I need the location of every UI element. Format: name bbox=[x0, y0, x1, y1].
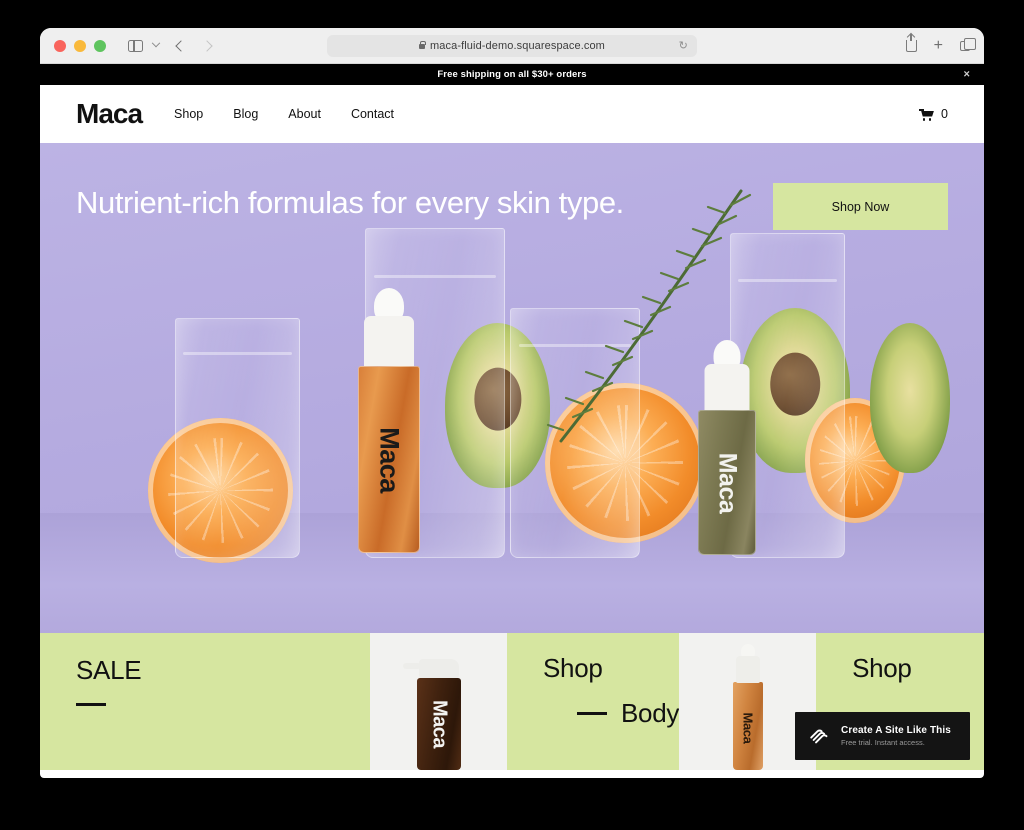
forward-arrow-icon[interactable] bbox=[201, 39, 213, 52]
toolbar-right-controls: + bbox=[905, 33, 976, 54]
reload-icon[interactable]: ↻ bbox=[679, 39, 688, 52]
product-bottle-amber: Maca bbox=[358, 288, 420, 553]
cart-button[interactable]: 0 bbox=[919, 107, 948, 121]
shop-body-title: Shop bbox=[543, 653, 603, 683]
shop-body-text: Body bbox=[621, 698, 680, 728]
shop-title: Shop bbox=[852, 653, 912, 683]
sale-block[interactable]: SALE bbox=[40, 633, 370, 770]
thumb-label: Maca bbox=[428, 699, 450, 749]
bottle-label: Maca bbox=[713, 452, 742, 513]
announcement-bar: Free shipping on all $30+ orders × bbox=[40, 64, 984, 85]
nav-item-blog[interactable]: Blog bbox=[233, 107, 258, 121]
squarespace-logo-icon bbox=[810, 729, 828, 744]
squarespace-badge[interactable]: Create A Site Like This Free trial. Inst… bbox=[795, 712, 970, 760]
nav-item-shop[interactable]: Shop bbox=[174, 107, 203, 121]
sale-title: SALE bbox=[76, 655, 142, 685]
site-logo[interactable]: Maca bbox=[76, 100, 143, 128]
nav-item-contact[interactable]: Contact bbox=[351, 107, 394, 121]
shop-block[interactable]: Shop Create A Site Like This Free trial.… bbox=[795, 633, 984, 770]
divider-dash bbox=[577, 712, 607, 715]
shopping-cart-icon bbox=[919, 108, 935, 121]
browser-window: maca-fluid-demo.squarespace.com ↻ + Free… bbox=[40, 28, 984, 778]
cart-count: 0 bbox=[941, 107, 948, 121]
close-window-button[interactable] bbox=[54, 39, 66, 52]
bottle-label: Maca bbox=[374, 426, 405, 493]
hero-headline: Nutrient-rich formulas for every skin ty… bbox=[76, 185, 624, 220]
hero-section: Maca Maca Nutrient-rich formulas for eve… bbox=[40, 143, 984, 633]
divider-dash bbox=[76, 703, 106, 706]
product-thumbnail-pump[interactable]: Maca bbox=[370, 633, 507, 770]
zoom-window-button[interactable] bbox=[94, 39, 106, 52]
url-text: maca-fluid-demo.squarespace.com bbox=[430, 39, 605, 52]
close-icon[interactable]: × bbox=[963, 69, 970, 80]
thumb-label: Maca bbox=[740, 712, 756, 744]
address-bar[interactable]: maca-fluid-demo.squarespace.com ↻ bbox=[327, 34, 697, 57]
promo-strip: SALE Maca Shop Body Maca Shop Create A S… bbox=[40, 633, 984, 770]
pump-bottle: Maca bbox=[402, 659, 461, 770]
window-controls bbox=[54, 39, 106, 52]
share-icon[interactable] bbox=[905, 33, 917, 52]
shop-now-button[interactable]: Shop Now bbox=[773, 183, 948, 230]
browser-toolbar: maca-fluid-demo.squarespace.com ↻ + bbox=[40, 28, 984, 64]
site-header: Maca Shop Blog About Contact 0 bbox=[40, 85, 984, 143]
badge-subtitle: Free trial. Instant access. bbox=[841, 738, 925, 747]
back-arrow-icon[interactable] bbox=[175, 39, 187, 52]
main-navigation: Shop Blog About Contact bbox=[174, 107, 394, 121]
minimize-window-button[interactable] bbox=[74, 39, 86, 52]
product-bottle-olive: Maca bbox=[698, 340, 756, 555]
sidebar-toggle-icon[interactable] bbox=[128, 39, 143, 52]
lock-icon bbox=[419, 40, 426, 49]
shop-body-block[interactable]: Shop Body bbox=[507, 633, 679, 770]
announcement-text: Free shipping on all $30+ orders bbox=[437, 69, 587, 80]
shop-body-line: Body bbox=[543, 698, 679, 729]
avocado-half bbox=[870, 323, 950, 473]
chevron-down-icon[interactable] bbox=[151, 38, 161, 49]
nav-item-about[interactable]: About bbox=[288, 107, 321, 121]
dropper-bottle: Maca bbox=[732, 644, 763, 770]
tabs-overview-icon[interactable] bbox=[960, 37, 976, 51]
badge-title: Create A Site Like This bbox=[841, 725, 951, 736]
badge-text: Create A Site Like This Free trial. Inst… bbox=[841, 725, 951, 747]
toolbar-left-controls bbox=[128, 38, 213, 52]
new-tab-icon[interactable]: + bbox=[934, 37, 943, 54]
water-glass bbox=[175, 318, 300, 558]
